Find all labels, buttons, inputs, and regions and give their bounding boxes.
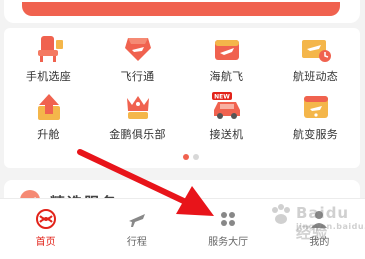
seat-icon xyxy=(37,36,63,62)
new-badge: NEW xyxy=(214,94,230,101)
tab-home[interactable]: 首页 xyxy=(0,199,91,259)
home-logo-icon xyxy=(35,209,56,229)
hna-fly-icon xyxy=(214,40,239,60)
tab-label: 行程 xyxy=(126,237,147,248)
service-golden-club[interactable]: 金鹏俱乐部 xyxy=(93,88,182,148)
club-crown-icon xyxy=(126,96,149,119)
plane-icon xyxy=(128,214,145,227)
service-label: 手机选座 xyxy=(25,70,72,83)
watermark-subtext: jingyan.baidu.com xyxy=(296,222,365,231)
services-panel: 手机选座 飞行通 海航飞 航班动态 升舱 金鹏俱乐部 NEW 接送机 航变服务 xyxy=(4,28,360,168)
service-upgrade[interactable]: 升舱 xyxy=(4,88,93,148)
service-label: 金鹏俱乐部 xyxy=(109,128,166,141)
service-label: 航变服务 xyxy=(292,128,339,141)
service-flight-status[interactable]: 航班动态 xyxy=(271,30,360,88)
top-banner-card[interactable] xyxy=(4,0,360,23)
page-indicator xyxy=(183,154,199,160)
flight-change-icon xyxy=(303,96,328,118)
flight-status-icon xyxy=(301,40,331,62)
service-label: 接送机 xyxy=(209,128,244,141)
service-hna-fly[interactable]: 海航飞 xyxy=(182,30,271,88)
service-label: 飞行通 xyxy=(120,70,155,83)
upgrade-icon xyxy=(37,94,60,120)
service-label: 升舱 xyxy=(37,128,60,141)
watermark: Baidu经验 jingyan.baidu.com xyxy=(268,198,365,242)
service-flight-pass[interactable]: 飞行通 xyxy=(93,30,182,88)
grid-dots-icon xyxy=(221,212,236,226)
page-dot-active[interactable] xyxy=(183,154,189,160)
service-car-transfer[interactable]: NEW 接送机 xyxy=(182,88,271,148)
tab-label: 服务大厅 xyxy=(208,237,249,248)
tab-label: 首页 xyxy=(35,237,56,248)
tab-service-hall[interactable]: 服务大厅 xyxy=(183,199,274,259)
page-dot[interactable] xyxy=(193,154,199,160)
service-label: 海航飞 xyxy=(209,70,244,83)
services-grid: 手机选座 飞行通 海航飞 航班动态 升舱 金鹏俱乐部 NEW 接送机 航变服务 xyxy=(4,30,360,150)
service-seat-selection[interactable]: 手机选座 xyxy=(4,30,93,88)
tab-trips[interactable]: 行程 xyxy=(91,199,182,259)
car-transfer-icon: NEW xyxy=(211,92,240,119)
flight-pass-icon xyxy=(124,38,151,61)
paw-logo-icon xyxy=(272,204,290,224)
service-flight-change[interactable]: 航变服务 xyxy=(271,88,360,148)
service-label: 航班动态 xyxy=(292,70,339,83)
top-banner[interactable] xyxy=(22,2,340,16)
